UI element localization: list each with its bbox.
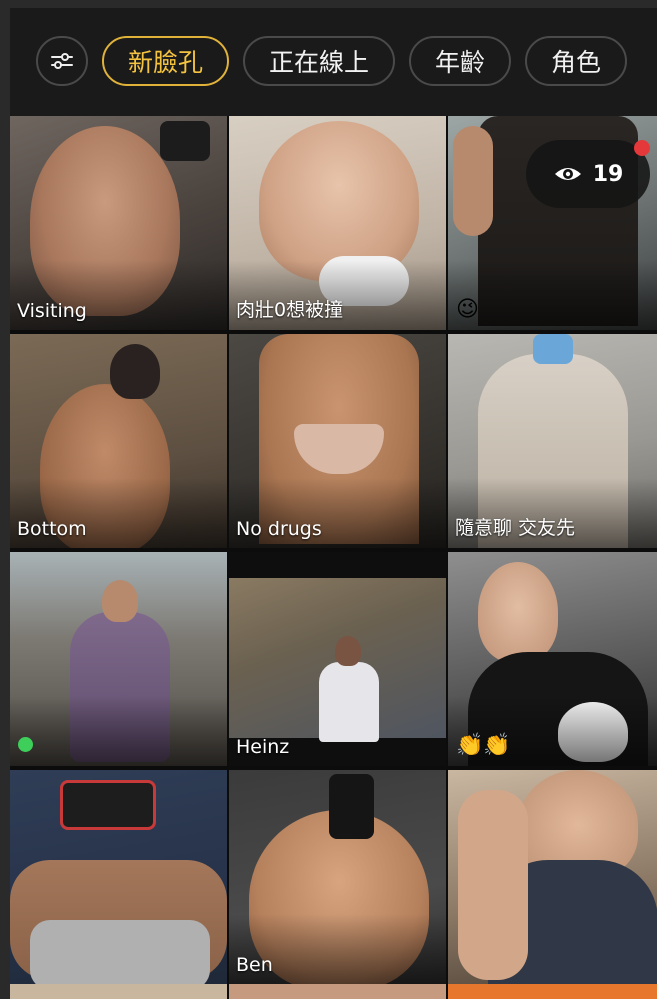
filter-age[interactable]: 年齡 [409, 36, 512, 86]
profile-name: Visiting [17, 300, 87, 322]
next-row-peek [10, 984, 657, 999]
profile-name: Ben [236, 954, 273, 976]
viewers-badge[interactable]: 19 [526, 140, 650, 208]
profile-name: 肉壯0想被撞 [236, 299, 344, 321]
profile-tile[interactable] [10, 770, 227, 984]
profile-tile[interactable]: Visiting [10, 116, 227, 330]
eye-icon [554, 168, 581, 180]
viewers-count: 19 [592, 161, 624, 187]
sliders-icon [51, 53, 73, 69]
profile-name: 👏👏 [456, 733, 511, 758]
profile-name: Heinz [236, 736, 290, 758]
profile-name: No drugs [236, 518, 322, 540]
profile-name: 隨意聊 交友先 [455, 517, 576, 539]
profile-tile[interactable]: 👏👏 [448, 552, 657, 766]
profile-tile[interactable]: Ben [229, 770, 446, 984]
screen: 新臉孔 正在線上 年齡 角色 Visiting 肉壯0想被撞 😉 Bottom … [0, 0, 657, 999]
filter-bar: 新臉孔 正在線上 年齡 角色 [10, 8, 657, 116]
profile-tile[interactable]: No drugs [229, 334, 446, 548]
profile-grid: Visiting 肉壯0想被撞 😉 Bottom No drugs 隨意聊 交友… [10, 116, 657, 984]
profile-tile[interactable] [448, 770, 657, 984]
profile-tile[interactable]: 隨意聊 交友先 [448, 334, 657, 548]
profile-tile[interactable]: Heinz [229, 552, 446, 766]
profile-tile[interactable]: 肉壯0想被撞 [229, 116, 446, 330]
notification-dot [634, 140, 650, 156]
filter-new-faces[interactable]: 新臉孔 [102, 36, 230, 86]
online-status-dot [18, 737, 33, 752]
filter-settings-button[interactable] [36, 36, 88, 86]
profile-name: Bottom [17, 518, 87, 540]
profile-name: 😉 [456, 297, 479, 322]
filter-online-now[interactable]: 正在線上 [243, 36, 396, 86]
app-window: 新臉孔 正在線上 年齡 角色 Visiting 肉壯0想被撞 😉 Bottom … [10, 8, 657, 999]
filter-row: 新臉孔 正在線上 年齡 角色 [36, 36, 628, 86]
filter-role[interactable]: 角色 [525, 36, 628, 86]
profile-tile[interactable] [10, 552, 227, 766]
profile-tile[interactable]: Bottom [10, 334, 227, 548]
